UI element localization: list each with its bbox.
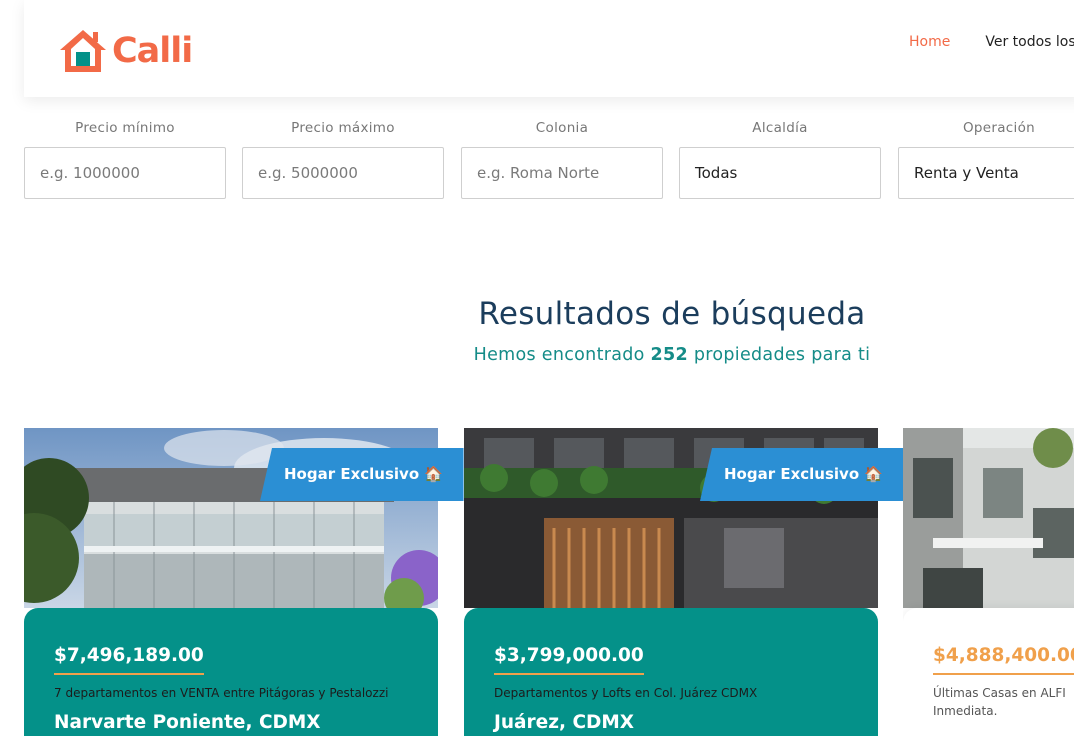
filter-colonia: Colonia <box>461 120 663 199</box>
property-photo[interactable] <box>903 428 1074 608</box>
results-count: 252 <box>650 345 688 365</box>
filter-label: Colonia <box>535 120 589 136</box>
filter-alcaldia: Alcaldía Todas <box>679 120 881 199</box>
card-price: $7,496,189.00 <box>54 645 204 675</box>
results-subtitle: Hemos encontrado 252 propiedades para ti <box>0 345 1074 365</box>
logo[interactable]: Calli <box>58 28 193 74</box>
filter-operacion: Operación Renta y Venta <box>898 120 1074 199</box>
card-description: Departamentos y Lofts en Col. Juárez CDM… <box>494 686 758 700</box>
filter-label: Precio máximo <box>291 120 395 136</box>
filter-label: Operación <box>962 120 1035 136</box>
card-price: $3,799,000.00 <box>494 645 644 675</box>
filter-precio-minimo: Precio mínimo <box>24 120 226 199</box>
card-location: Narvarte Poniente, CDMX <box>54 712 321 733</box>
property-card[interactable]: $4,888,400.00 Últimas Casas en ALFI Inme… <box>903 428 1074 736</box>
card-description: 7 departamentos en VENTA entre Pitágoras… <box>54 686 389 700</box>
nav-ver-todos[interactable]: Ver todos los <box>985 34 1074 50</box>
house-logo-icon <box>60 30 106 72</box>
operacion-select[interactable]: Renta y Venta <box>898 147 1074 199</box>
filter-label: Alcaldía <box>752 120 808 136</box>
card-description: Últimas Casas en ALFI Inmediata. <box>933 686 1066 718</box>
main-nav: Home Ver todos los <box>909 34 1074 50</box>
min-price-input[interactable] <box>24 147 226 199</box>
colonia-input[interactable] <box>461 147 663 199</box>
card-panel: $7,496,189.00 7 departamentos en VENTA e… <box>24 608 438 736</box>
nav-home[interactable]: Home <box>909 34 950 50</box>
site-header: Calli Home Ver todos los <box>24 0 1074 97</box>
card-panel: $3,799,000.00 Departamentos y Lofts en C… <box>464 608 878 736</box>
card-panel: $4,888,400.00 Últimas Casas en ALFI Inme… <box>903 608 1074 736</box>
filter-label: Precio mínimo <box>75 120 175 136</box>
property-card[interactable]: Hogar Exclusivo 🏠 $3,799,000.00 Departam… <box>464 428 910 736</box>
max-price-input[interactable] <box>242 147 444 199</box>
brand-name: Calli <box>112 30 193 71</box>
card-price: $4,888,400.00 <box>933 645 1074 675</box>
results-sub-suffix: propiedades para ti <box>687 345 871 365</box>
property-card[interactable]: Hogar Exclusivo 🏠 $7,496,189.00 7 depart… <box>24 428 470 736</box>
alcaldia-select[interactable]: Todas <box>679 147 881 199</box>
exclusive-badge: Hogar Exclusivo 🏠 <box>260 448 470 501</box>
results-sub-prefix: Hemos encontrado <box>473 345 651 365</box>
results-title: Resultados de búsqueda <box>478 296 866 332</box>
card-location: Juárez, CDMX <box>494 712 635 733</box>
exclusive-badge: Hogar Exclusivo 🏠 <box>700 448 910 501</box>
filter-precio-maximo: Precio máximo <box>242 120 444 199</box>
